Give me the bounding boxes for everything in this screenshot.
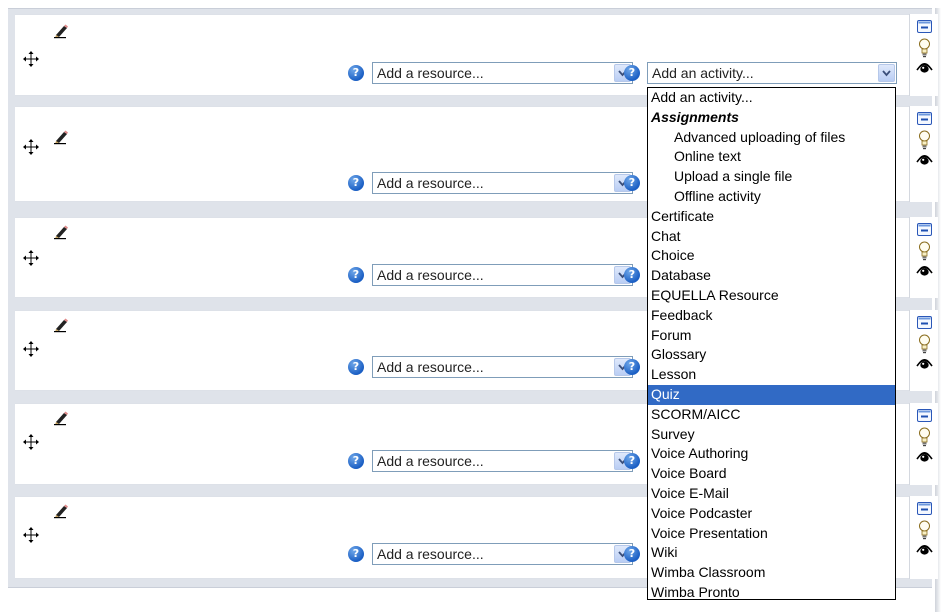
section-controls	[909, 496, 938, 579]
dropdown-option[interactable]: Offline activity	[648, 187, 895, 207]
dropdown-option[interactable]: Chat	[648, 227, 895, 247]
section-controls	[909, 403, 938, 485]
eye-icon[interactable]	[916, 356, 933, 369]
add-resource-select-value: Add a resource...	[377, 267, 484, 283]
dropdown-option[interactable]: Wimba Pronto	[648, 583, 895, 603]
dropdown-option[interactable]: Voice Board	[648, 464, 895, 484]
dropdown-option[interactable]: Survey	[648, 425, 895, 445]
help-question-icon[interactable]: ?	[348, 546, 364, 562]
add-resource-select[interactable]: Add a resource...	[372, 543, 633, 565]
collapse-box-icon[interactable]	[917, 112, 932, 125]
eye-icon[interactable]	[916, 263, 933, 276]
help-question-icon[interactable]: ?	[348, 453, 364, 469]
add-resource-select-value: Add a resource...	[377, 175, 484, 191]
help-question-icon[interactable]: ?	[624, 359, 640, 375]
dropdown-option[interactable]: Feedback	[648, 306, 895, 326]
dropdown-option[interactable]: Glossary	[648, 345, 895, 365]
dropdown-group-label: Assignments	[651, 108, 739, 125]
help-question-icon[interactable]: ?	[348, 267, 364, 283]
add-resource-select-value: Add a resource...	[377, 546, 484, 562]
collapse-box-icon[interactable]	[917, 316, 932, 329]
move-arrows-icon[interactable]	[23, 139, 39, 155]
add-activity-select-value: Add an activity...	[652, 65, 754, 81]
collapse-box-icon[interactable]	[917, 223, 932, 236]
help-question-icon[interactable]: ?	[624, 267, 640, 283]
dropdown-option[interactable]: Choice	[648, 246, 895, 266]
move-arrows-icon[interactable]	[23, 250, 39, 266]
lightbulb-icon[interactable]	[918, 130, 931, 150]
edit-pencil-icon[interactable]	[53, 224, 69, 240]
dropdown-option[interactable]: Advanced uploading of files	[648, 128, 895, 148]
add-resource-select[interactable]: Add a resource...	[372, 356, 633, 378]
help-question-icon[interactable]: ?	[348, 359, 364, 375]
activity-dropdown-list[interactable]: Add an activity... Assignments Advanced up…	[647, 87, 896, 600]
help-question-icon[interactable]: ?	[624, 546, 640, 562]
eye-icon[interactable]	[916, 542, 933, 555]
lightbulb-icon[interactable]	[918, 427, 931, 447]
lightbulb-icon[interactable]	[918, 241, 931, 261]
course-section: ? Add a resource...? Add an activity...	[15, 14, 909, 96]
dropdown-option[interactable]: Upload a single file	[648, 167, 895, 187]
move-arrows-icon[interactable]	[23, 527, 39, 543]
help-question-icon[interactable]: ?	[348, 175, 364, 191]
dropdown-option[interactable]: Forum	[648, 326, 895, 346]
edit-pencil-icon[interactable]	[53, 317, 69, 333]
add-resource-select[interactable]: Add a resource...	[372, 264, 633, 286]
dropdown-option[interactable]: Database	[648, 266, 895, 286]
dropdown-option[interactable]: Voice E-Mail	[648, 484, 895, 504]
add-resource-select[interactable]: Add a resource...	[372, 172, 633, 194]
dropdown-option[interactable]: Voice Authoring	[648, 444, 895, 464]
dropdown-option[interactable]: Add an activity...	[648, 88, 895, 108]
collapse-box-icon[interactable]	[917, 20, 932, 33]
lightbulb-icon[interactable]	[918, 334, 931, 354]
edit-pencil-icon[interactable]	[53, 23, 69, 39]
help-question-icon[interactable]: ?	[624, 175, 640, 191]
help-question-icon[interactable]: ?	[624, 65, 640, 81]
edit-pencil-icon[interactable]	[53, 503, 69, 519]
section-controls	[909, 14, 938, 96]
dropdown-option[interactable]: Certificate	[648, 207, 895, 227]
move-arrows-icon[interactable]	[23, 51, 39, 67]
section-controls	[909, 217, 938, 298]
add-resource-select[interactable]: Add a resource...	[372, 62, 633, 84]
eye-icon[interactable]	[916, 152, 933, 165]
chevron-down-icon[interactable]	[878, 64, 895, 82]
dropdown-option[interactable]: Voice Presentation	[648, 524, 895, 544]
lightbulb-icon[interactable]	[918, 38, 931, 58]
add-resource-select-value: Add a resource...	[377, 65, 484, 81]
help-question-icon[interactable]: ?	[624, 453, 640, 469]
dropdown-option[interactable]: SCORM/AICC	[648, 405, 895, 425]
dropdown-option[interactable]: Online text	[648, 147, 895, 167]
dropdown-option[interactable]: EQUELLA Resource	[648, 286, 895, 306]
dropdown-option[interactable]: Wimba Classroom	[648, 563, 895, 583]
edit-pencil-icon[interactable]	[53, 410, 69, 426]
move-arrows-icon[interactable]	[23, 341, 39, 357]
move-arrows-icon[interactable]	[23, 434, 39, 450]
section-controls	[909, 106, 938, 202]
eye-icon[interactable]	[916, 449, 933, 462]
dropdown-option[interactable]: Wiki	[648, 543, 895, 563]
add-resource-select[interactable]: Add a resource...	[372, 450, 633, 472]
collapse-box-icon[interactable]	[917, 502, 932, 515]
dropdown-option[interactable]: Quiz	[648, 384, 895, 405]
dropdown-option[interactable]: Lesson	[648, 365, 895, 385]
eye-icon[interactable]	[916, 60, 933, 73]
add-resource-select-value: Add a resource...	[377, 453, 484, 469]
help-question-icon[interactable]: ?	[348, 65, 364, 81]
add-resource-select-value: Add a resource...	[377, 359, 484, 375]
edit-pencil-icon[interactable]	[53, 129, 69, 145]
lightbulb-icon[interactable]	[918, 520, 931, 540]
dropdown-option[interactable]: Voice Podcaster	[648, 504, 895, 524]
collapse-box-icon[interactable]	[917, 409, 932, 422]
add-activity-select[interactable]: Add an activity...	[647, 62, 897, 84]
section-controls	[909, 310, 938, 391]
